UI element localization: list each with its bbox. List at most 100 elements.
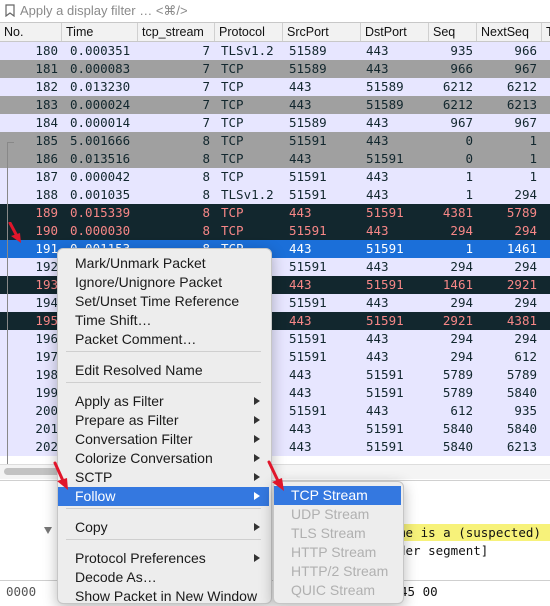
cell-proto: TCP bbox=[221, 115, 244, 130]
cell-proto: TCP bbox=[221, 151, 244, 166]
cell-src: 443 bbox=[289, 385, 312, 400]
menu-item[interactable]: Protocol Preferences bbox=[58, 549, 269, 568]
packet-row[interactable]: 183 0.000024 7 TCP 443 51589 6212 6213 bbox=[0, 96, 550, 114]
cell-time: 0.013516 bbox=[70, 151, 131, 166]
cell-dst: 51591 bbox=[366, 439, 404, 454]
menu-item-label: Packet Comment… bbox=[75, 331, 197, 347]
column-header-no[interactable]: No. bbox=[0, 23, 62, 41]
cell-src: 51591 bbox=[289, 223, 327, 238]
menu-item[interactable]: Follow bbox=[58, 487, 269, 506]
menu-item[interactable]: Prepare as Filter bbox=[58, 411, 269, 430]
cell-time: 0.013230 bbox=[70, 79, 131, 94]
cell-seq: 294 bbox=[450, 295, 473, 310]
menu-item-label: Apply as Filter bbox=[75, 393, 164, 409]
menu-item[interactable]: Mark/Unmark Packet bbox=[58, 254, 269, 273]
cell-proto: TCP bbox=[221, 223, 244, 238]
cell-seq: 6212 bbox=[442, 97, 473, 112]
cell-dst: 51591 bbox=[366, 241, 404, 256]
cell-src: 51591 bbox=[289, 349, 327, 364]
column-header-protocol[interactable]: Protocol bbox=[215, 23, 283, 41]
packet-row[interactable]: 182 0.013230 7 TCP 443 51589 6212 6212 bbox=[0, 78, 550, 96]
submenu-item[interactable]: TCP Stream bbox=[274, 486, 401, 505]
submenu-item-label: QUIC Stream bbox=[291, 582, 376, 598]
bookmark-icon[interactable] bbox=[4, 4, 16, 17]
menu-separator bbox=[66, 539, 261, 540]
cell-src: 51591 bbox=[289, 187, 327, 202]
cell-seq: 6212 bbox=[442, 79, 473, 94]
cell-src: 51589 bbox=[289, 43, 327, 58]
menu-item-label: Conversation Filter bbox=[75, 431, 193, 447]
menu-item[interactable]: Colorize Conversation bbox=[58, 449, 269, 468]
red-annotation-arrow-icon bbox=[53, 461, 68, 490]
cell-dst: 51591 bbox=[366, 277, 404, 292]
menu-item[interactable]: Edit Resolved Name bbox=[58, 361, 269, 380]
packet-row[interactable]: 180 0.000351 7 TLSv1.2 51589 443 935 966 bbox=[0, 42, 550, 60]
cell-next: 966 bbox=[514, 43, 537, 58]
display-filter-input[interactable] bbox=[20, 2, 540, 19]
menu-item[interactable]: Time Shift… bbox=[58, 311, 269, 330]
submenu-item: QUIC Stream bbox=[274, 581, 401, 600]
packet-list-header: No. Time tcp_stream Protocol SrcPort Dst… bbox=[0, 23, 550, 42]
cell-next: 967 bbox=[514, 61, 537, 76]
cell-time: 0.000024 bbox=[70, 97, 131, 112]
packet-context-menu: Mark/Unmark Packet Ignore/Unignore Packet… bbox=[57, 248, 272, 604]
packet-row[interactable]: 185 5.001666 8 TCP 51591 443 0 1 bbox=[0, 132, 550, 150]
menu-item-label: Mark/Unmark Packet bbox=[75, 255, 206, 271]
column-header-dstport[interactable]: DstPort bbox=[361, 23, 429, 41]
cell-dst: 51589 bbox=[366, 79, 404, 94]
column-header-tcp-stream[interactable]: tcp_stream bbox=[138, 23, 215, 41]
packet-row[interactable]: 189 0.015339 8 TCP 443 51591 4381 5789 bbox=[0, 204, 550, 222]
menu-item[interactable]: Copy bbox=[58, 518, 269, 537]
cell-src: 51591 bbox=[289, 403, 327, 418]
cell-no: 181 bbox=[35, 61, 58, 76]
menu-item[interactable]: SCTP bbox=[58, 468, 269, 487]
cell-no: 182 bbox=[35, 79, 58, 94]
submenu-item: UDP Stream bbox=[274, 505, 401, 524]
submenu-item-label: UDP Stream bbox=[291, 506, 370, 522]
menu-item[interactable]: Apply as Filter bbox=[58, 392, 269, 411]
cell-dst: 51591 bbox=[366, 313, 404, 328]
column-header-nextseq[interactable]: NextSeq bbox=[477, 23, 542, 41]
cell-dst: 51591 bbox=[366, 205, 404, 220]
cell-src: 51591 bbox=[289, 259, 327, 274]
cell-time: 0.000014 bbox=[70, 115, 131, 130]
packet-row[interactable]: 186 0.013516 8 TCP 443 51591 0 1 bbox=[0, 150, 550, 168]
menu-item[interactable]: Conversation Filter bbox=[58, 430, 269, 449]
menu-item[interactable]: Packet Comment… bbox=[58, 330, 269, 349]
column-header-srcport[interactable]: SrcPort bbox=[283, 23, 361, 41]
disclosure-triangle-icon[interactable] bbox=[44, 527, 52, 534]
packet-row[interactable]: 190 0.000030 8 TCP 51591 443 294 294 bbox=[0, 222, 550, 240]
menu-item[interactable]: Decode As… bbox=[58, 568, 269, 587]
submenu-item-label: TCP Stream bbox=[291, 487, 368, 503]
cell-dst: 443 bbox=[366, 133, 389, 148]
cell-seq: 0 bbox=[465, 151, 473, 166]
bytes-hex: 45 00 bbox=[400, 584, 438, 599]
bytes-offset: 0000 bbox=[6, 584, 37, 599]
detail-line-expert: me is a (suspected) bbox=[398, 525, 541, 540]
column-header-seq[interactable]: Seq bbox=[429, 23, 477, 41]
column-header-truncated[interactable]: T bbox=[542, 23, 550, 41]
menu-item-label: Colorize Conversation bbox=[75, 450, 213, 466]
cell-dst: 443 bbox=[366, 403, 389, 418]
packet-row[interactable]: 181 0.000083 7 TCP 51589 443 966 967 bbox=[0, 60, 550, 78]
menu-item[interactable]: Ignore/Unignore Packet bbox=[58, 273, 269, 292]
cell-src: 443 bbox=[289, 151, 312, 166]
cell-next: 5789 bbox=[506, 205, 537, 220]
menu-item[interactable]: Show Packet in New Window bbox=[58, 587, 269, 606]
cell-seq: 5789 bbox=[442, 385, 473, 400]
packet-row[interactable]: 184 0.000014 7 TCP 51589 443 967 967 bbox=[0, 114, 550, 132]
column-header-time[interactable]: Time bbox=[62, 23, 138, 41]
menu-item[interactable]: Set/Unset Time Reference bbox=[58, 292, 269, 311]
cell-next: 4381 bbox=[506, 313, 537, 328]
cell-seq: 294 bbox=[450, 349, 473, 364]
cell-src: 443 bbox=[289, 277, 312, 292]
packet-row[interactable]: 188 0.001035 8 TLSv1.2 51591 443 1 294 bbox=[0, 186, 550, 204]
cell-dst: 443 bbox=[366, 259, 389, 274]
packet-row[interactable]: 187 0.000042 8 TCP 51591 443 1 1 bbox=[0, 168, 550, 186]
cell-src: 443 bbox=[289, 79, 312, 94]
cell-next: 6213 bbox=[506, 439, 537, 454]
cell-src: 443 bbox=[289, 367, 312, 382]
cell-stream: 8 bbox=[202, 133, 210, 148]
cell-src: 443 bbox=[289, 97, 312, 112]
submenu-item: HTTP Stream bbox=[274, 543, 401, 562]
